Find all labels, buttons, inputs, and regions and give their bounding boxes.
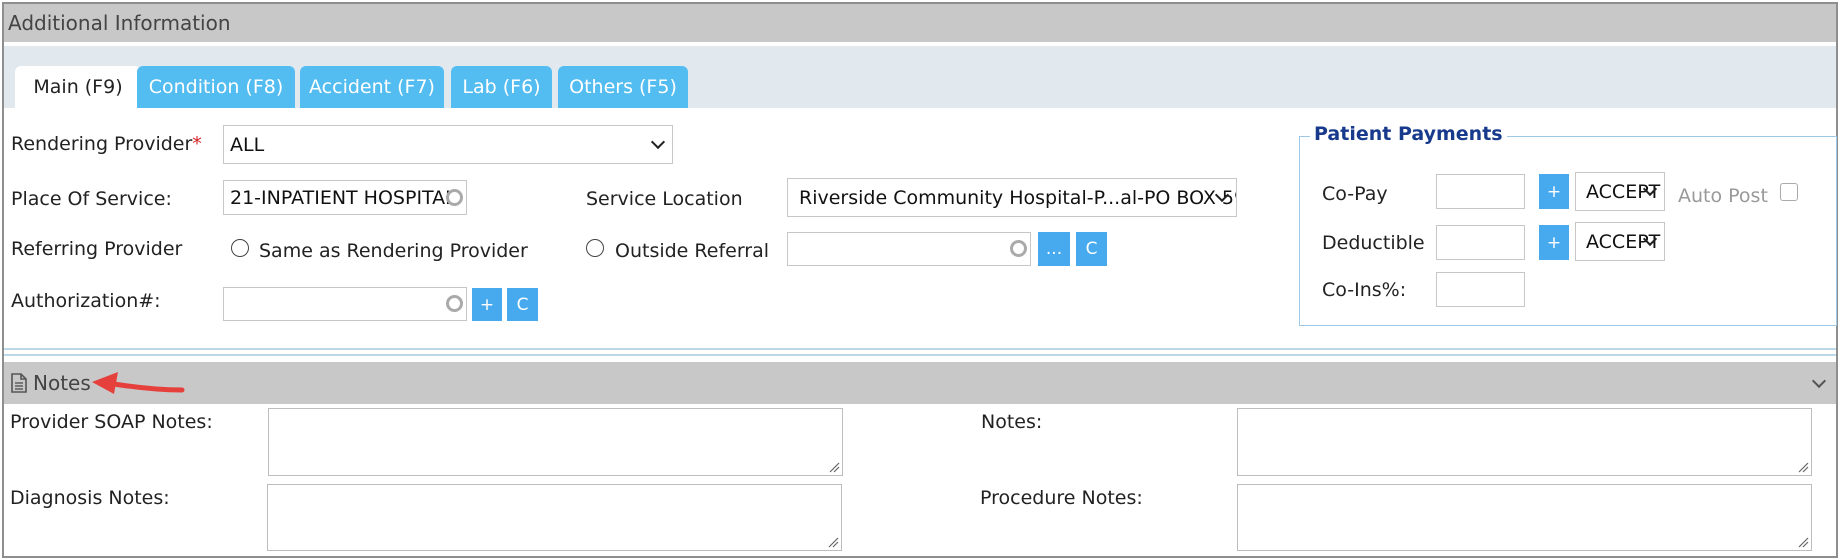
add-authorization-button[interactable]: + bbox=[472, 288, 502, 321]
add-deductible-button[interactable]: + bbox=[1539, 225, 1569, 260]
place-of-service-label: Place Of Service: bbox=[11, 188, 172, 210]
resize-grip-icon bbox=[1798, 537, 1809, 548]
tab-others-label: Others (F5) bbox=[569, 76, 677, 98]
deductible-input[interactable] bbox=[1436, 225, 1525, 260]
rendering-provider-select[interactable]: ALL bbox=[223, 125, 673, 164]
service-location-value: Riverside Community Hospital-P...al-PO B… bbox=[799, 186, 1237, 209]
deductible-label: Deductible bbox=[1322, 232, 1425, 254]
red-arrow-icon bbox=[92, 372, 185, 394]
browse-referral-button[interactable]: ... bbox=[1038, 232, 1070, 266]
coins-label: Co-Ins%: bbox=[1322, 279, 1407, 301]
tab-lab-label: Lab (F6) bbox=[462, 76, 541, 98]
provider-soap-notes-label: Provider SOAP Notes: bbox=[10, 411, 213, 433]
resize-grip-icon bbox=[1798, 462, 1809, 473]
diagnosis-notes-label: Diagnosis Notes: bbox=[10, 487, 170, 509]
clear-referral-button[interactable]: C bbox=[1076, 232, 1107, 266]
radio-same-as-rendering[interactable] bbox=[231, 239, 249, 257]
document-icon bbox=[11, 373, 27, 393]
service-location-select[interactable]: Riverside Community Hospital-P...al-PO B… bbox=[787, 178, 1237, 217]
place-of-service-value: 21-INPATIENT HOSPITAL bbox=[230, 186, 456, 209]
patient-payments-title: Patient Payments bbox=[1310, 123, 1507, 145]
place-of-service-input[interactable]: 21-INPATIENT HOSPITAL bbox=[223, 180, 467, 215]
diagnosis-notes-textarea[interactable] bbox=[267, 484, 842, 551]
service-location-label: Service Location bbox=[586, 188, 743, 210]
resize-grip-icon bbox=[828, 537, 839, 548]
notes-textarea[interactable] bbox=[1237, 408, 1812, 476]
notes-title: Notes bbox=[33, 371, 91, 395]
copay-label: Co-Pay bbox=[1322, 183, 1388, 205]
coins-input[interactable] bbox=[1436, 272, 1525, 307]
lookup-circle-icon bbox=[1010, 240, 1027, 257]
notes-label: Notes: bbox=[981, 411, 1043, 433]
rendering-provider-label: Rendering Provider* bbox=[11, 133, 202, 155]
tab-condition[interactable]: Condition (F8) bbox=[137, 66, 295, 108]
authorization-input[interactable] bbox=[223, 287, 467, 321]
tab-others[interactable]: Others (F5) bbox=[558, 66, 688, 108]
section-header-additional-information: Additional Information bbox=[4, 4, 1836, 42]
authorization-label: Authorization#: bbox=[11, 290, 161, 312]
provider-soap-notes-textarea[interactable] bbox=[268, 408, 843, 476]
procedure-notes-label: Procedure Notes: bbox=[980, 487, 1143, 509]
tab-lab[interactable]: Lab (F6) bbox=[451, 66, 552, 108]
referring-provider-label: Referring Provider bbox=[11, 238, 183, 260]
section-divider bbox=[4, 348, 1836, 350]
clear-authorization-button[interactable]: C bbox=[507, 288, 538, 321]
outside-referral-label: Outside Referral bbox=[615, 240, 770, 262]
same-as-rendering-label: Same as Rendering Provider bbox=[259, 240, 528, 262]
auto-post-label: Auto Post bbox=[1678, 185, 1768, 207]
referring-provider-input[interactable] bbox=[787, 232, 1031, 266]
page-title: Additional Information bbox=[8, 11, 231, 35]
add-copay-button[interactable]: + bbox=[1539, 174, 1569, 209]
tab-main[interactable]: Main (F9) bbox=[15, 66, 141, 108]
tab-condition-label: Condition (F8) bbox=[148, 76, 284, 98]
required-asterisk: * bbox=[192, 133, 202, 155]
procedure-notes-textarea[interactable] bbox=[1237, 484, 1812, 551]
auto-post-checkbox[interactable] bbox=[1780, 183, 1798, 201]
section-header-notes[interactable]: Notes bbox=[4, 362, 1836, 404]
lookup-circle-icon bbox=[446, 189, 463, 206]
resize-grip-icon bbox=[829, 462, 840, 473]
lookup-circle-icon bbox=[446, 295, 463, 312]
tab-main-label: Main (F9) bbox=[33, 76, 123, 98]
section-divider bbox=[4, 354, 1836, 356]
tab-accident-label: Accident (F7) bbox=[309, 76, 435, 98]
rendering-provider-value: ALL bbox=[230, 133, 265, 156]
radio-outside-referral[interactable] bbox=[586, 239, 604, 257]
copay-input[interactable] bbox=[1436, 174, 1525, 209]
tab-accident[interactable]: Accident (F7) bbox=[300, 66, 444, 108]
